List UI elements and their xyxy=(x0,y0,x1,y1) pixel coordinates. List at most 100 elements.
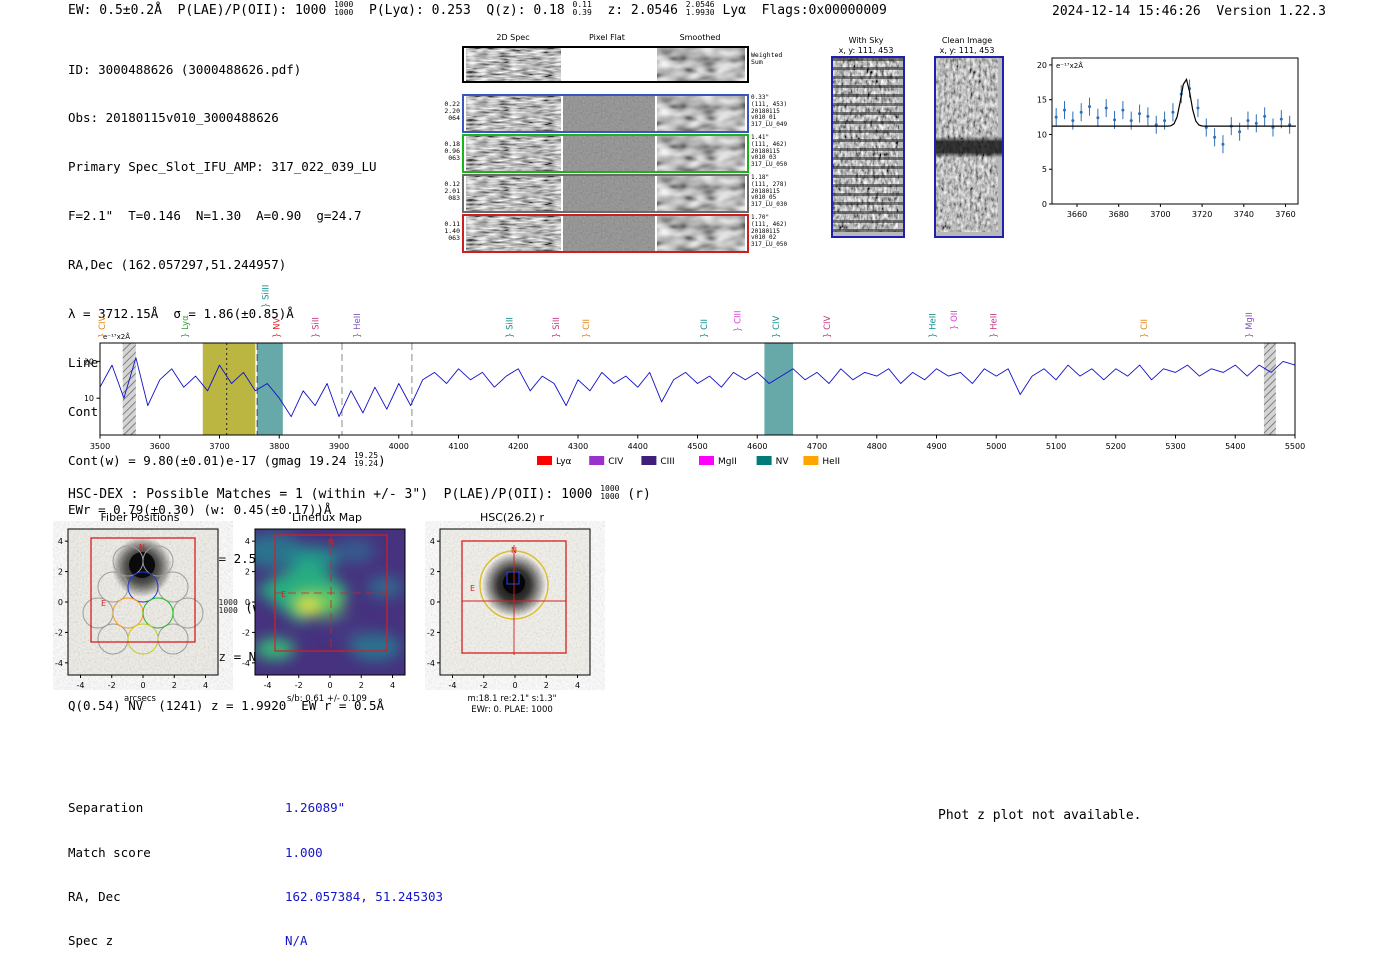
lineflux-caption: s/b: 0.61 +/- 0.109 xyxy=(287,694,367,704)
info-line-id: ID: 3000488626 (3000488626.pdf) xyxy=(68,61,302,77)
y-axis-ticks: 0 5 10 15 20 xyxy=(1037,61,1052,209)
with-sky-coords: x, y: 111, 453 xyxy=(838,46,894,55)
legend-swatch xyxy=(803,456,819,465)
emission-line-label: } SiIII xyxy=(261,285,271,308)
spec2d-panel xyxy=(466,96,561,131)
svg-text:4: 4 xyxy=(430,537,435,546)
noise-image xyxy=(563,136,655,171)
svg-text:2: 2 xyxy=(430,568,435,577)
hsc-r-plot: N E -4 -4 -2 -2 0 0 2 2 4 4 xyxy=(427,528,591,690)
row-value: 162.057384, 51.245303 xyxy=(285,888,444,904)
spectrum-legend: Lyα CIV CIII MgII NV HeII xyxy=(537,456,840,467)
legend-swatch xyxy=(699,456,714,465)
match-table: Separation 1.26089" Match score 1.000 RA, … xyxy=(68,772,443,953)
legend-swatch xyxy=(756,456,772,465)
row-label: Separation xyxy=(68,800,144,816)
clean-image xyxy=(934,56,1004,238)
smoothed-panel xyxy=(657,216,745,251)
col-title-pixelflat: Pixel Flat xyxy=(589,33,625,42)
svg-text:-2: -2 xyxy=(427,628,435,637)
row-value: N/A xyxy=(285,932,308,948)
emission-line-label: } CII xyxy=(582,319,592,338)
spec2d-panel xyxy=(466,48,561,81)
cutout-2d-row xyxy=(462,174,749,213)
svg-text:3720: 3720 xyxy=(1192,210,1212,219)
y-axis-ticks: 10 20 xyxy=(85,357,100,403)
plot-border xyxy=(1051,57,1299,205)
fiber-weights-label: 0.22 2.20 064 xyxy=(444,100,460,122)
col-title-2dspec: 2D Spec xyxy=(496,33,530,42)
info-line-obs: Obs: 20180115v010_3000488626 xyxy=(68,110,279,126)
with-sky-image xyxy=(831,56,905,238)
summary-line: EW: 0.5±0.2Å P(LAE)/P(OII): 1000 1000 100… xyxy=(68,0,887,18)
table-row: Separation 1.26089" xyxy=(68,801,443,816)
cutout-2d-row xyxy=(462,46,749,83)
elixer-report: EW: 0.5±0.2Å P(LAE)/P(OII): 1000 1000 100… xyxy=(0,0,1400,953)
emission-line-label: } CII xyxy=(1140,319,1150,338)
pixelflat-panel xyxy=(563,216,655,251)
x-axis-ticks: 3660 3680 3700 3720 3740 3760 xyxy=(1067,204,1296,219)
svg-text:-2: -2 xyxy=(242,628,250,637)
legend-swatch xyxy=(537,456,552,465)
emission-line-label: } SiII xyxy=(505,317,515,338)
pixelflat-panel xyxy=(563,48,655,81)
fiber-weights-label: 0.18 0.96 063 xyxy=(444,140,460,162)
svg-text:20: 20 xyxy=(85,357,94,366)
noise-image xyxy=(657,136,745,171)
svg-text:3700: 3700 xyxy=(1150,210,1170,219)
fiber-annotation: 1.18" (111, 278) 20180115 v010_05 317_LU_030 xyxy=(751,174,788,209)
smoothed-panel xyxy=(657,136,745,171)
hsc-r-image: N E xyxy=(439,528,591,676)
svg-text:4100: 4100 xyxy=(448,442,468,451)
x-axis-ticks: 3500 3600 3700 3800 3900 4000 4100 4200 4300 4400… xyxy=(90,435,1305,451)
svg-text:4500: 4500 xyxy=(687,442,707,451)
pixelflat-panel xyxy=(563,96,655,131)
fiber-positions-xlabel: arcsecs xyxy=(124,694,156,704)
svg-text:2: 2 xyxy=(544,681,549,690)
line-fit-plot: 3660 3680 3700 3720 3740 3760 0 5 10 15 20 e⁻¹⁷x2Å xyxy=(1037,57,1299,219)
report-version: Version 1.22.3 xyxy=(1216,4,1326,19)
stacked-fraction: 0.11 0.39 xyxy=(572,0,592,18)
legend-label: Lyα xyxy=(556,457,572,467)
emission-line-label: } SiII xyxy=(312,317,322,338)
emission-line-label: } OII xyxy=(950,310,960,330)
svg-text:4300: 4300 xyxy=(568,442,588,451)
clean-image-coords: x, y: 111, 453 xyxy=(939,46,995,55)
hsc-caption-1: m:18.1 re:2.1" s:1.3" xyxy=(467,694,557,704)
fiber-annotation: 0.33" (111, 453) 20180115 v010_01 317_LU_049 xyxy=(751,94,788,129)
noise-image xyxy=(466,176,561,211)
svg-text:3800: 3800 xyxy=(269,442,289,451)
legend-swatch xyxy=(589,456,605,465)
pixelflat-panel xyxy=(563,136,655,171)
svg-text:0: 0 xyxy=(512,681,517,690)
legend-label: CIII xyxy=(660,457,674,467)
emission-line-label: } MgII xyxy=(1245,312,1255,338)
svg-text:4000: 4000 xyxy=(389,442,409,451)
row-label: Match score xyxy=(68,844,151,860)
svg-text:5500: 5500 xyxy=(1285,442,1305,451)
row-value: 1.000 xyxy=(285,844,323,860)
row-label: RA, Dec xyxy=(68,888,121,904)
svg-text:-4: -4 xyxy=(449,681,457,690)
svg-text:4200: 4200 xyxy=(508,442,528,451)
clean-image-title: Clean Image xyxy=(941,36,993,45)
svg-text:3700: 3700 xyxy=(209,442,229,451)
svg-text:3740: 3740 xyxy=(1234,210,1254,219)
lineflux-map-plot: N E -4 -4 -2 -2 0 0 2 2 4 4 xyxy=(242,528,406,690)
svg-text:4: 4 xyxy=(58,537,63,546)
svg-text:4: 4 xyxy=(245,537,250,546)
svg-text:5400: 5400 xyxy=(1225,442,1245,451)
compass-east-label: E xyxy=(281,590,286,599)
svg-text:0: 0 xyxy=(245,598,250,607)
noise-image xyxy=(563,176,655,211)
with-sky-title: With Sky xyxy=(848,36,884,45)
stacked-fraction: 10001000 xyxy=(334,0,354,18)
svg-text:4: 4 xyxy=(575,681,580,690)
sky-stripes xyxy=(833,58,903,236)
svg-text:3500: 3500 xyxy=(90,442,110,451)
compass-north-label: N xyxy=(139,543,145,552)
svg-text:5100: 5100 xyxy=(1046,442,1066,451)
full-spectrum-plot: 3500 3600 3700 3800 3900 4000 4100 4200 4300 4400… xyxy=(85,268,1310,474)
svg-text:3680: 3680 xyxy=(1109,210,1129,219)
svg-text:4800: 4800 xyxy=(867,442,887,451)
